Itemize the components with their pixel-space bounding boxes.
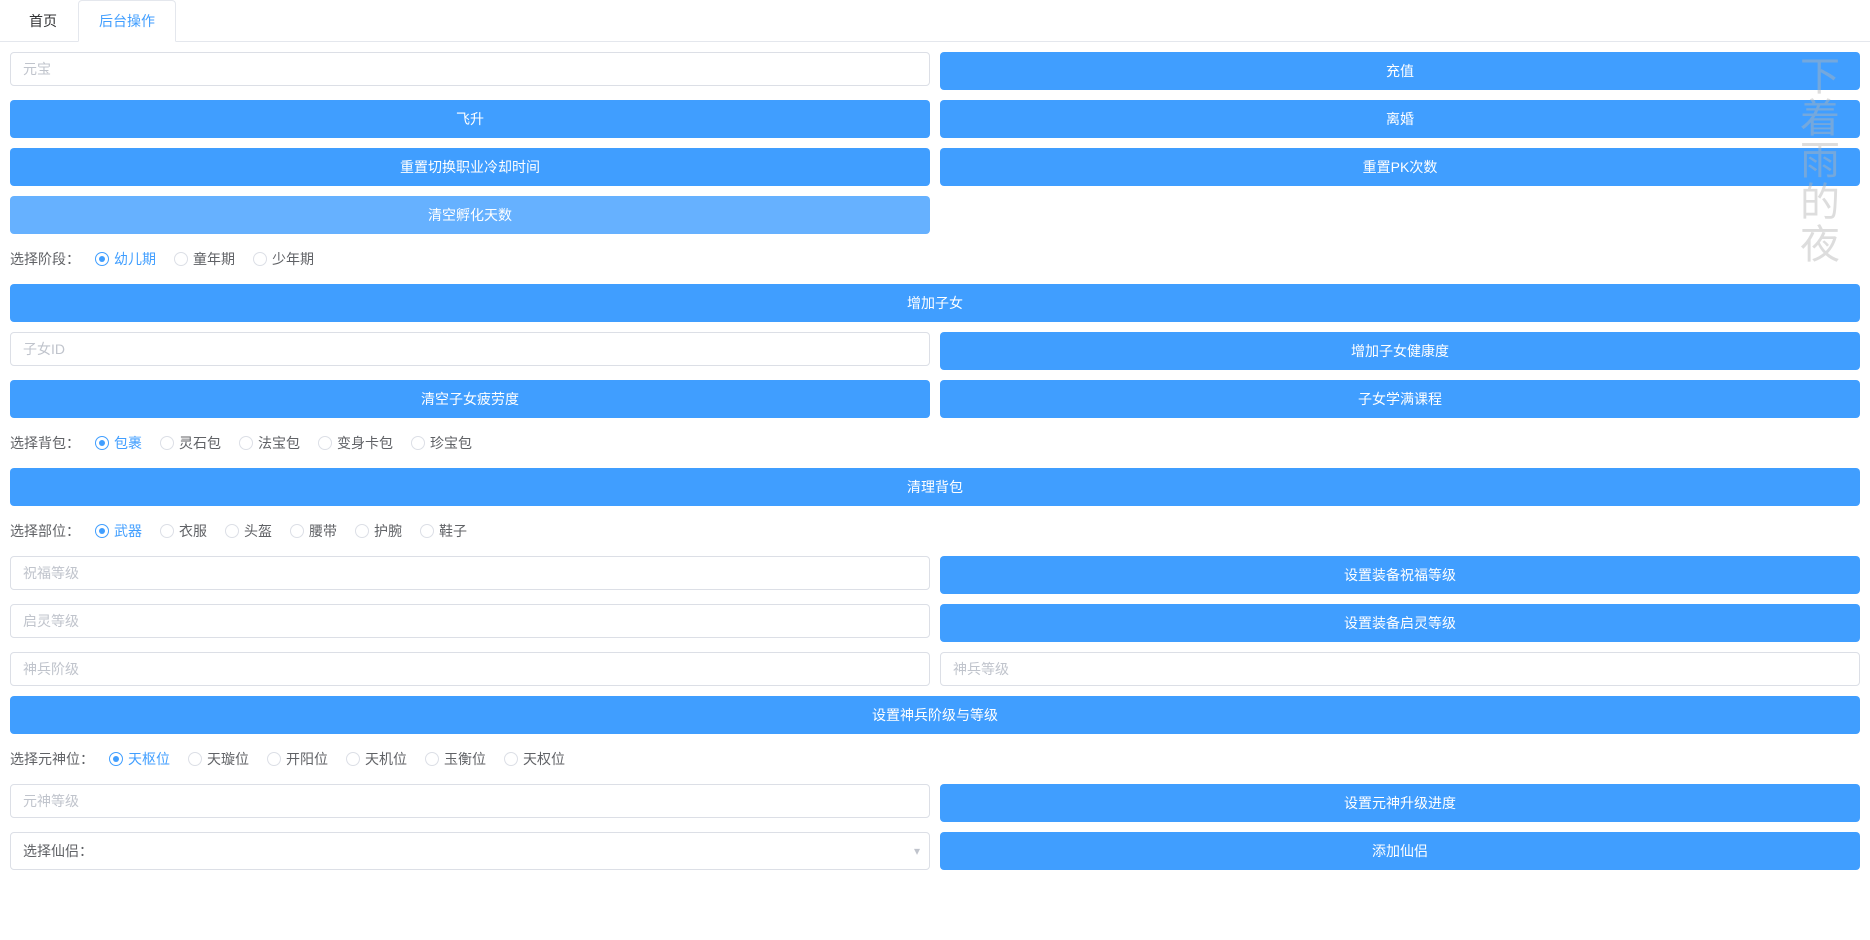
shenbing-level-input[interactable] (940, 652, 1860, 686)
child-id-input[interactable] (10, 332, 930, 366)
reset-pk-count-button[interactable]: 重置PK次数 (940, 148, 1860, 186)
radio-stage-youer[interactable]: 幼儿期 (95, 249, 156, 269)
tab-home[interactable]: 首页 (8, 0, 78, 42)
add-child-health-button[interactable]: 增加子女健康度 (940, 332, 1860, 370)
radio-bag-lingshi[interactable]: 灵石包 (160, 433, 221, 453)
clear-child-fatigue-button[interactable]: 清空子女疲劳度 (10, 380, 930, 418)
radio-ys-kaiyang[interactable]: 开阳位 (267, 749, 328, 769)
yuanshen-label: 选择元神位： (10, 749, 94, 769)
ascend-button[interactable]: 飞升 (10, 100, 930, 138)
radio-bag-bianshen[interactable]: 变身卡包 (318, 433, 393, 453)
shenbing-stage-input[interactable] (10, 652, 930, 686)
part-label: 选择部位： (10, 521, 80, 541)
add-xianlv-button[interactable]: 添加仙侣 (940, 832, 1860, 870)
radio-part-yaodai[interactable]: 腰带 (290, 521, 337, 541)
clear-hatch-days-button[interactable]: 清空孵化天数 (10, 196, 930, 234)
tab-bar: 首页 后台操作 (0, 0, 1870, 42)
radio-bag-baoguo[interactable]: 包裹 (95, 433, 142, 453)
main-content: 充值 飞升 离婚 重置切换职业冷却时间 重置PK次数 清空孵化天数 选择阶段： … (0, 42, 1870, 890)
radio-part-toukui[interactable]: 头盔 (225, 521, 272, 541)
qiling-level-input[interactable] (10, 604, 930, 638)
set-equip-bless-button[interactable]: 设置装备祝福等级 (940, 556, 1860, 594)
clear-bag-button[interactable]: 清理背包 (10, 468, 1860, 506)
child-full-course-button[interactable]: 子女学满课程 (940, 380, 1860, 418)
bless-level-input[interactable] (10, 556, 930, 590)
part-radio-row: 选择部位： 武器 衣服 头盔 腰带 护腕 鞋子 (10, 516, 1860, 546)
radio-stage-shaonian[interactable]: 少年期 (253, 249, 314, 269)
set-equip-qiling-button[interactable]: 设置装备启灵等级 (940, 604, 1860, 642)
radio-ys-tianxuan[interactable]: 天璇位 (188, 749, 249, 769)
divorce-button[interactable]: 离婚 (940, 100, 1860, 138)
radio-ys-tianji[interactable]: 天机位 (346, 749, 407, 769)
tab-admin[interactable]: 后台操作 (78, 0, 176, 42)
radio-ys-yuheng[interactable]: 玉衡位 (425, 749, 486, 769)
radio-part-xiezi[interactable]: 鞋子 (420, 521, 467, 541)
radio-bag-zhenbao[interactable]: 珍宝包 (411, 433, 472, 453)
radio-part-yifu[interactable]: 衣服 (160, 521, 207, 541)
recharge-button[interactable]: 充值 (940, 52, 1860, 90)
set-shenbing-stage-button[interactable]: 设置神兵阶级与等级 (10, 696, 1860, 734)
set-yuanshen-progress-button[interactable]: 设置元神升级进度 (940, 784, 1860, 822)
radio-stage-tongnian[interactable]: 童年期 (174, 249, 235, 269)
stage-radio-row: 选择阶段： 幼儿期 童年期 少年期 (10, 244, 1860, 274)
yuanshen-level-input[interactable] (10, 784, 930, 818)
bag-label: 选择背包： (10, 433, 80, 453)
radio-bag-fabao[interactable]: 法宝包 (239, 433, 300, 453)
radio-ys-tianquan[interactable]: 天权位 (504, 749, 565, 769)
radio-part-huwan[interactable]: 护腕 (355, 521, 402, 541)
yuanbao-input[interactable] (10, 52, 930, 86)
radio-part-wuqi[interactable]: 武器 (95, 521, 142, 541)
xianlv-select[interactable]: 选择仙侣： (10, 832, 930, 870)
reset-job-cooldown-button[interactable]: 重置切换职业冷却时间 (10, 148, 930, 186)
add-child-button[interactable]: 增加子女 (10, 284, 1860, 322)
radio-ys-tianshu[interactable]: 天枢位 (109, 749, 170, 769)
yuanshen-radio-row: 选择元神位： 天枢位 天璇位 开阳位 天机位 玉衡位 天权位 (10, 744, 1860, 774)
bag-radio-row: 选择背包： 包裹 灵石包 法宝包 变身卡包 珍宝包 (10, 428, 1860, 458)
stage-label: 选择阶段： (10, 249, 80, 269)
